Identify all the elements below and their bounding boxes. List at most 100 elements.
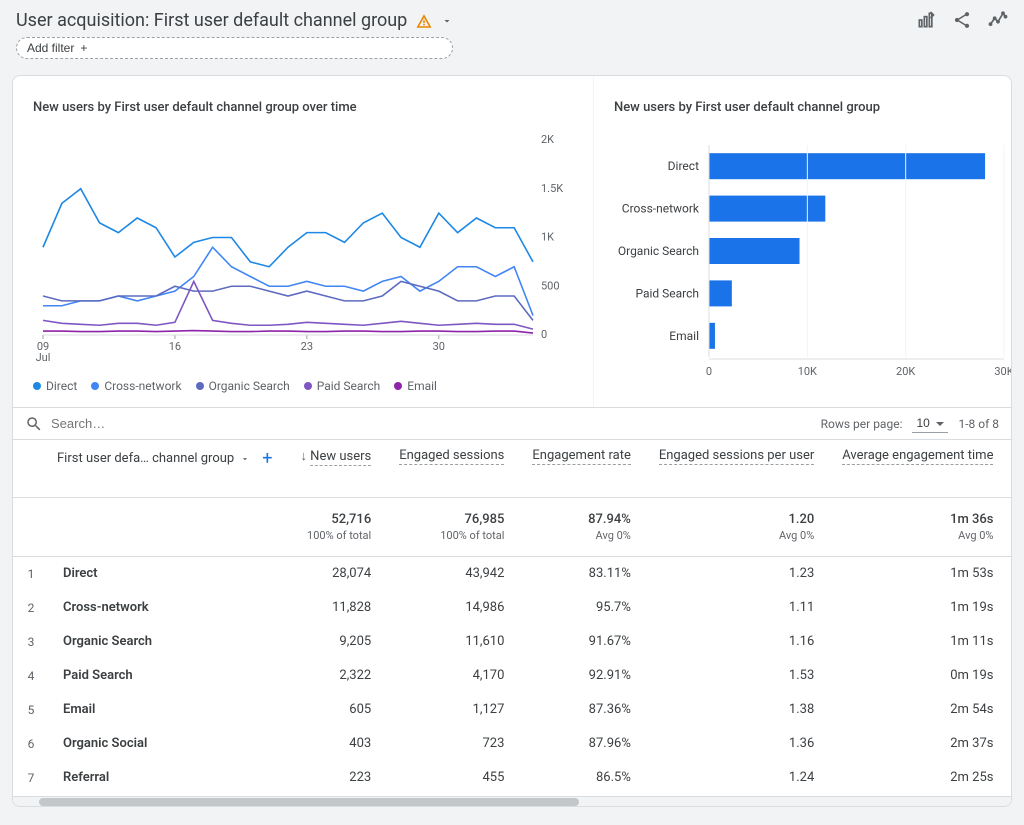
cell-event_count: 936,949: [1007, 557, 1011, 591]
add-dimension-button[interactable]: +: [262, 448, 272, 469]
sort-arrow-icon: ↓: [300, 449, 310, 464]
table-row[interactable]: 6Organic Social40372387.96%1.362m 37s19,…: [13, 727, 1011, 761]
bar-chart: DirectCross-networkOrganic SearchPaid Se…: [614, 135, 1012, 385]
svg-text:Email: Email: [669, 329, 699, 343]
row-name: Organic Search: [49, 625, 286, 659]
row-index: 5: [13, 693, 49, 727]
cell-engaged_sessions_per_user: 1.23: [645, 557, 828, 591]
legend-label: Cross-network: [104, 379, 181, 393]
legend-dot-icon: [196, 382, 204, 390]
table-row[interactable]: 4Paid Search2,3224,17092.91%1.530m 19s28…: [13, 659, 1011, 693]
cell-avg_engagement_time: 1m 53s: [828, 557, 1007, 591]
cell-engaged_sessions: 455: [385, 761, 518, 795]
cell-avg_engagement_time: 1m 19s: [828, 591, 1007, 625]
column-header-engagement_rate[interactable]: Engagement rate: [532, 448, 630, 463]
legend-dot-icon: [394, 382, 402, 390]
cell-engaged_sessions: 11,610: [385, 625, 518, 659]
cell-engaged_sessions_per_user: 1.36: [645, 727, 828, 761]
cell-avg_engagement_time: 2m 54s: [828, 693, 1007, 727]
legend-dot-icon: [33, 382, 41, 390]
table-row[interactable]: 3Organic Search9,20511,61091.67%1.161m 1…: [13, 625, 1011, 659]
column-header-engaged_sessions[interactable]: Engaged sessions: [399, 448, 504, 463]
customize-report-icon[interactable]: [916, 10, 936, 30]
cell-event_count: 188,410: [1007, 625, 1011, 659]
row-name: Paid Search: [49, 659, 286, 693]
cell-engagement_rate: 87.36%: [518, 693, 644, 727]
cell-engaged_sessions: 4,170: [385, 659, 518, 693]
legend-item[interactable]: Paid Search: [304, 379, 381, 393]
table-row[interactable]: 5Email6051,12787.36%1.382m 54s32,464: [13, 693, 1011, 727]
svg-text:1K: 1K: [541, 231, 554, 244]
legend-item[interactable]: Organic Search: [196, 379, 290, 393]
row-index: 1: [13, 557, 49, 591]
cell-event_count: 19,435: [1007, 727, 1011, 761]
search-icon: [25, 415, 43, 433]
column-header-new_users[interactable]: ↓ New users: [300, 448, 371, 464]
legend-item[interactable]: Email: [394, 379, 437, 393]
row-name: Organic Social: [49, 727, 286, 761]
rows-per-page-label: Rows per page:: [821, 417, 903, 431]
legend-item[interactable]: Direct: [33, 379, 77, 393]
cell-engagement_rate: 91.67%: [518, 625, 644, 659]
title-dropdown[interactable]: [441, 15, 453, 27]
row-name: Referral: [49, 761, 286, 795]
legend-label: Email: [407, 379, 437, 393]
dimension-header[interactable]: First user defa… channel group: [57, 451, 234, 466]
cell-engaged_sessions_per_user: 1.53: [645, 659, 828, 693]
search-input[interactable]: [51, 416, 271, 431]
horizontal-scrollbar[interactable]: [13, 796, 1011, 806]
legend-dot-icon: [304, 382, 312, 390]
warning-icon: [415, 12, 433, 30]
data-table: First user defa… channel group + ↓ New use…: [13, 440, 1011, 796]
table-row[interactable]: 2Cross-network11,82814,98695.7%1.111m 19…: [13, 591, 1011, 625]
cell-new_users: 2,322: [286, 659, 385, 693]
cell-avg_engagement_time: 2m 37s: [828, 727, 1007, 761]
add-filter-label: Add filter: [27, 41, 74, 55]
svg-text:Jul: Jul: [36, 351, 51, 364]
svg-text:Paid Search: Paid Search: [635, 286, 699, 300]
total-engagement_rate: 87.94%: [588, 512, 631, 527]
table-row[interactable]: 1Direct28,07443,94283.11%1.231m 53s936,9…: [13, 557, 1011, 591]
cell-new_users: 605: [286, 693, 385, 727]
svg-text:Cross-network: Cross-network: [622, 202, 700, 216]
add-filter-button[interactable]: Add filter +: [16, 37, 453, 59]
cell-engaged_sessions: 14,986: [385, 591, 518, 625]
svg-text:500: 500: [541, 279, 560, 292]
legend-label: Organic Search: [209, 379, 290, 393]
row-index: 4: [13, 659, 49, 693]
rows-per-page-select[interactable]: 10: [912, 414, 948, 433]
data-table-scroll[interactable]: First user defa… channel group + ↓ New use…: [13, 440, 1011, 796]
cell-new_users: 11,828: [286, 591, 385, 625]
cell-event_count: 226,218: [1007, 591, 1011, 625]
svg-text:2K: 2K: [541, 135, 554, 146]
svg-text:30K: 30K: [994, 365, 1012, 378]
table-row[interactable]: 7Referral22345586.5%1.242m 25s11,945: [13, 761, 1011, 795]
insights-icon[interactable]: [988, 10, 1008, 30]
svg-text:10K: 10K: [798, 365, 817, 378]
legend-item[interactable]: Cross-network: [91, 379, 181, 393]
total-new_users: 52,716: [331, 512, 371, 527]
row-index: 7: [13, 761, 49, 795]
svg-text:Direct: Direct: [668, 159, 699, 173]
column-header-avg_engagement_time[interactable]: Average engagement time: [842, 448, 993, 463]
total-avg_engagement_time: 1m 36s: [950, 512, 993, 527]
page-range: 1-8 of 8: [958, 417, 999, 431]
cell-engagement_rate: 87.96%: [518, 727, 644, 761]
total-engaged_sessions: 76,985: [465, 512, 505, 527]
plus-icon: +: [80, 41, 87, 55]
column-header-engaged_sessions_per_user[interactable]: Engaged sessions per user: [659, 448, 814, 463]
page-title: User acquisition: First user default cha…: [16, 10, 407, 31]
cell-engagement_rate: 92.91%: [518, 659, 644, 693]
svg-text:30: 30: [433, 340, 445, 353]
cell-event_count: 32,464: [1007, 693, 1011, 727]
legend-label: Paid Search: [317, 379, 381, 393]
cell-engaged_sessions_per_user: 1.24: [645, 761, 828, 795]
totals-row: 52,716100% of total76,985100% of total87…: [13, 498, 1011, 557]
cell-engaged_sessions_per_user: 1.11: [645, 591, 828, 625]
row-name: Email: [49, 693, 286, 727]
chevron-down-icon[interactable]: [240, 454, 250, 464]
cell-event_count: 11,945: [1007, 761, 1011, 795]
row-name: Cross-network: [49, 591, 286, 625]
share-icon[interactable]: [952, 10, 972, 30]
svg-text:0: 0: [706, 365, 712, 378]
